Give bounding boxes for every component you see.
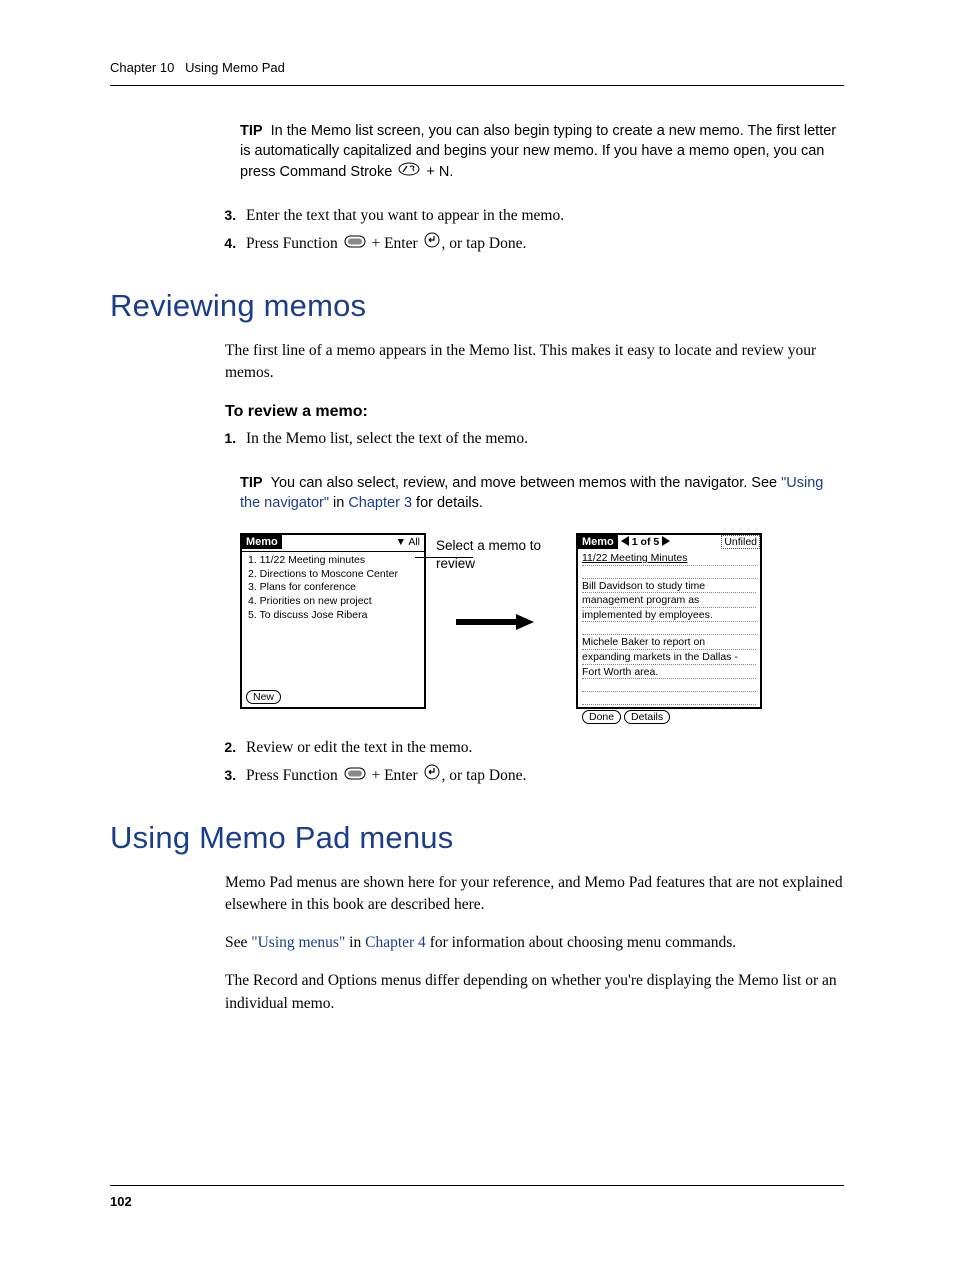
link-chapter-4[interactable]: Chapter 4 <box>365 934 426 951</box>
tip-label-2: TIP <box>240 475 263 491</box>
command-stroke-icon <box>398 162 420 182</box>
memo-title-line: 11/22 Meeting Minutes <box>582 551 756 566</box>
details-button[interactable]: Details <box>624 710 670 724</box>
section-heading-menus: Using Memo Pad menus <box>110 820 844 856</box>
memo-list-title: Memo <box>242 535 282 549</box>
page-footer: 102 <box>110 1185 844 1209</box>
step-b-3: Press Function + Enter , or tap Done. <box>240 762 844 790</box>
prev-arrow-icon[interactable] <box>621 536 629 549</box>
step-4: Press Function + Enter , or tap Done. <box>240 230 844 258</box>
step-b-2: Review or edit the text in the memo. <box>240 734 844 762</box>
steps-list-a: Enter the text that you want to appear i… <box>225 202 844 258</box>
tip-block: TIP In the Memo list screen, you can als… <box>240 121 844 182</box>
section2-para2: See "Using menus" in Chapter 4 for infor… <box>225 932 844 954</box>
tip-block-2: TIP You can also select, review, and mov… <box>240 473 844 514</box>
next-arrow-icon[interactable] <box>662 536 670 549</box>
list-item[interactable]: 3. Plans for conference <box>248 581 418 595</box>
page-header: Chapter 10 Using Memo Pad <box>110 60 844 86</box>
subhead-review: To review a memo: <box>225 403 844 421</box>
steps-list-b: Review or edit the text in the memo. Pre… <box>225 734 844 790</box>
memo-category-dropdown[interactable]: ▼ All <box>396 535 424 548</box>
list-item[interactable]: 2. Directions to Moscone Center <box>248 568 418 582</box>
memo-line: management program as <box>582 593 756 608</box>
memo-detail-screen: Memo 1 of 5 Unfiled 11/22 Meeting Minute… <box>576 533 762 709</box>
link-chapter-3[interactable]: Chapter 3 <box>348 495 412 511</box>
memo-line: implemented by employees. <box>582 608 756 623</box>
section2-para3: The Record and Options menus differ depe… <box>225 970 844 1015</box>
chapter-title: Using Memo Pad <box>185 60 285 75</box>
function-key-icon <box>344 762 366 790</box>
tip-label: TIP <box>240 123 263 139</box>
memo-counter: 1 of 5 <box>632 536 659 548</box>
memo-detail-title: Memo <box>578 535 618 549</box>
tip-text-before: In the Memo list screen, you can also be… <box>240 123 836 180</box>
link-using-menus[interactable]: "Using menus" <box>251 934 345 951</box>
tip2-text-b: in <box>329 495 348 511</box>
category-unfiled[interactable]: Unfiled <box>721 535 760 549</box>
list-item[interactable]: 4. Priorities on new project <box>248 595 418 609</box>
memo-detail-body[interactable]: 11/22 Meeting Minutes Bill Davidson to s… <box>578 549 760 707</box>
memo-line: Bill Davidson to study time <box>582 579 756 594</box>
list-item[interactable]: 5. To discuss Jose Ribera <box>248 609 418 623</box>
list-item[interactable]: 1. 11/22 Meeting minutes <box>248 554 418 568</box>
section2-para1: Memo Pad menus are shown here for your r… <box>225 872 844 917</box>
new-button[interactable]: New <box>246 690 281 704</box>
section1-para: The first line of a memo appears in the … <box>225 340 844 385</box>
chapter-label: Chapter 10 <box>110 60 174 75</box>
memo-line: Michele Baker to report on <box>582 635 756 650</box>
tip2-text-a: You can also select, review, and move be… <box>271 475 781 491</box>
figure-caption: Select a memo to review <box>436 537 566 572</box>
steps-list-review: In the Memo list, select the text of the… <box>225 425 844 453</box>
figure-row: Memo ▼ All 1. 11/22 Meeting minutes 2. D… <box>240 533 844 709</box>
page-number: 102 <box>110 1194 132 1209</box>
step-3: Enter the text that you want to appear i… <box>240 202 844 230</box>
function-key-icon <box>344 230 366 258</box>
enter-key-icon <box>424 230 440 258</box>
memo-line: Fort Worth area. <box>582 665 756 680</box>
tip-text-after: + N. <box>422 164 453 180</box>
memo-list-screen: Memo ▼ All 1. 11/22 Meeting minutes 2. D… <box>240 533 426 709</box>
section-heading-reviewing: Reviewing memos <box>110 288 844 324</box>
step-review-1: In the Memo list, select the text of the… <box>240 425 844 453</box>
memo-list-items: 1. 11/22 Meeting minutes 2. Directions t… <box>242 552 424 687</box>
enter-key-icon <box>424 762 440 790</box>
figure-mid-column: Select a memo to review <box>436 533 566 637</box>
arrow-right-icon <box>456 612 566 637</box>
done-button[interactable]: Done <box>582 710 621 724</box>
tip2-text-c: for details. <box>412 495 483 511</box>
memo-line: expanding markets in the Dallas - <box>582 650 756 665</box>
